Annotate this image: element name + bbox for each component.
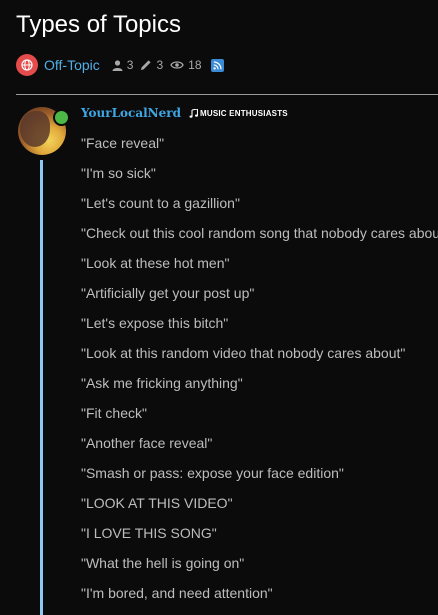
page-title: Types of Topics — [16, 11, 181, 38]
list-item: "Let's count to a gazillion" — [81, 195, 240, 211]
list-item: "I'm bored, and need attention" — [81, 585, 273, 601]
list-item: "Face reveal" — [81, 135, 165, 151]
category-link[interactable]: Off-Topic — [44, 57, 100, 73]
post-author: YourLocalNerd MUSIC ENTHUSIASTS — [81, 106, 288, 120]
participants-stat: 3 — [112, 58, 134, 72]
list-item: "Let's expose this bitch" — [81, 315, 229, 331]
globe-icon[interactable] — [16, 54, 38, 76]
list-item: "Ask me fricking anything" — [81, 375, 243, 391]
list-item: "Another face reveal" — [81, 435, 213, 451]
list-item: "I'm so sick" — [81, 165, 156, 181]
thread-line — [40, 160, 43, 615]
rss-icon[interactable] — [210, 58, 224, 72]
post-body-list: "Face reveal" "I'm so sick" "Let's count… — [81, 132, 438, 612]
list-item: "LOOK AT THIS VIDEO" — [81, 495, 233, 511]
participants-count: 3 — [126, 58, 134, 72]
music-note-icon — [189, 108, 198, 118]
flair-label: MUSIC ENTHUSIASTS — [199, 108, 288, 118]
user-icon — [112, 59, 123, 71]
topic-meta: Off-Topic 3 3 18 — [16, 53, 224, 77]
list-item: "Fit check" — [81, 405, 147, 421]
eye-icon — [170, 61, 184, 69]
online-status-indicator — [53, 109, 70, 126]
list-item: "I LOVE THIS SONG" — [81, 525, 217, 541]
views-stat: 18 — [170, 58, 202, 72]
list-item: "Check out this cool random song that no… — [81, 225, 438, 241]
views-count: 18 — [188, 58, 202, 72]
pencil-icon — [141, 60, 152, 70]
user-flair[interactable]: MUSIC ENTHUSIASTS — [189, 108, 288, 118]
edits-stat: 3 — [140, 58, 163, 72]
list-item: "Look at these hot men" — [81, 255, 230, 271]
list-item: "Look at this random video that nobody c… — [81, 345, 406, 361]
list-item: "Smash or pass: expose your face edition… — [81, 465, 344, 481]
list-item: "What the hell is going on" — [81, 555, 245, 571]
list-item: "Artificially get your post up" — [81, 285, 255, 301]
edits-count: 3 — [156, 58, 164, 72]
header-divider — [16, 94, 438, 95]
username-link[interactable]: YourLocalNerd — [81, 106, 181, 120]
